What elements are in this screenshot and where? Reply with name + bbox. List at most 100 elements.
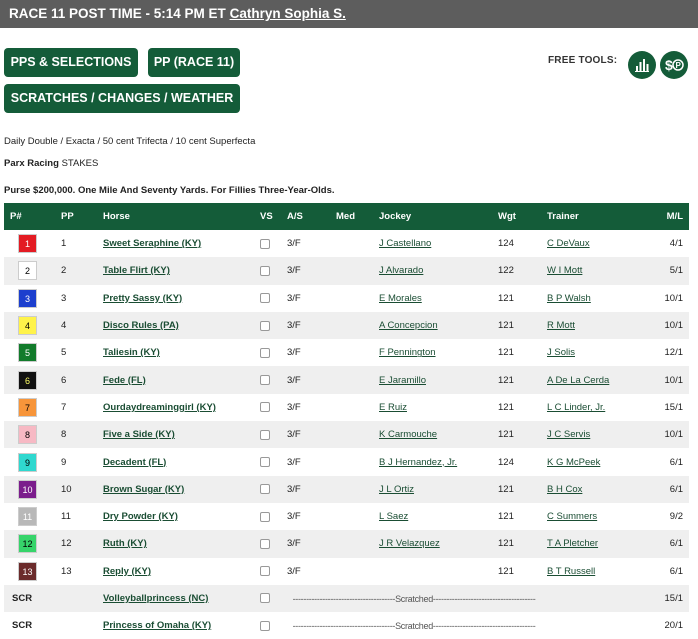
- wager-types: Daily Double / Exacta / 50 cent Trifecta…: [4, 136, 256, 147]
- jockey-link[interactable]: A Concepcion: [379, 320, 438, 331]
- jockey-link[interactable]: F Pennington: [379, 347, 436, 358]
- vs-checkbox[interactable]: [260, 457, 270, 467]
- ml-cell: 10/1: [664, 374, 684, 386]
- wgt-cell: 121: [498, 483, 514, 495]
- jockey-link[interactable]: E Morales: [379, 293, 422, 304]
- horse-link[interactable]: Volleyballprincess (NC): [103, 593, 208, 604]
- horse-cell: Ourdaydreaminggirl (KY): [97, 394, 254, 421]
- as-cell: 3/F: [287, 511, 301, 523]
- trainer-cell: K G McPeek: [541, 448, 653, 475]
- vs-checkbox[interactable]: [260, 347, 270, 358]
- vs-cell: [254, 312, 281, 339]
- horse-link[interactable]: Brown Sugar (KY): [103, 484, 184, 495]
- vs-checkbox[interactable]: [260, 538, 270, 549]
- horse-link[interactable]: Reply (KY): [103, 566, 151, 577]
- horse-cell: Table Flirt (KY): [97, 257, 254, 284]
- jockey-link[interactable]: B J Hernandez, Jr.: [379, 457, 457, 468]
- horse-link[interactable]: Fede (FL): [103, 375, 146, 386]
- pnum-cell: 5: [4, 339, 55, 366]
- vs-cell: [254, 585, 281, 612]
- ml-cell: 20/1: [664, 620, 684, 632]
- jockey-link[interactable]: J R Velazquez: [379, 538, 440, 549]
- trainer-link[interactable]: B P Walsh: [547, 293, 591, 304]
- vs-cell: [254, 612, 281, 639]
- trainer-cell: J C Servis: [541, 421, 653, 448]
- pp-race-button[interactable]: PP (RACE 11): [148, 48, 240, 77]
- pnum-cell: 8: [4, 421, 55, 448]
- trainer-link[interactable]: C DeVaux: [547, 238, 590, 249]
- trainer-link[interactable]: J C Servis: [547, 429, 590, 440]
- horse-link[interactable]: Disco Rules (PA): [103, 320, 179, 331]
- trainer-link[interactable]: C Summers: [547, 511, 597, 522]
- horse-link[interactable]: Pretty Sassy (KY): [103, 293, 182, 304]
- trainer-link[interactable]: T A Pletcher: [547, 538, 598, 549]
- trainer-link[interactable]: K G McPeek: [547, 457, 600, 468]
- program-number-badge: 7: [18, 397, 37, 417]
- jockey-link[interactable]: E Ruiz: [379, 402, 407, 413]
- vs-checkbox[interactable]: [260, 429, 270, 440]
- vs-checkbox[interactable]: [260, 238, 270, 249]
- trainer-link[interactable]: B H Cox: [547, 484, 582, 495]
- horse-link[interactable]: Princess of Omaha (KY): [103, 620, 211, 631]
- jockey-link[interactable]: K Carmouche: [379, 429, 437, 440]
- col-pp: PP: [61, 211, 74, 222]
- horse-link[interactable]: Table Flirt (KY): [103, 265, 170, 276]
- vs-checkbox[interactable]: [260, 593, 270, 604]
- wgt-cell: 121: [498, 511, 514, 523]
- ml-cell: 4/1: [669, 238, 683, 250]
- vs-checkbox[interactable]: [260, 511, 270, 522]
- as-cell: 3/F: [287, 401, 301, 413]
- trainer-link[interactable]: L C Linder, Jr.: [547, 402, 605, 413]
- horse-link[interactable]: Ruth (KY): [103, 538, 147, 549]
- med-cell: [330, 312, 373, 339]
- table-header-row: P# PP Horse VS A/S Med Jockey Wgt Traine…: [4, 203, 689, 230]
- trainer-cell: B P Walsh: [541, 285, 653, 312]
- vs-cell: [254, 503, 281, 530]
- vs-checkbox[interactable]: [260, 484, 270, 495]
- program-number-badge: 5: [18, 343, 37, 363]
- jockey-link[interactable]: J L Ortiz: [379, 484, 414, 495]
- table-row: 8 8 Five a Side (KY) 3/F K Carmouche 121 J C S…: [4, 421, 689, 449]
- horse-link[interactable]: Decadent (FL): [103, 457, 166, 468]
- as-cell: 3/F: [287, 429, 301, 441]
- pps-selections-button[interactable]: PPS & SELECTIONS: [4, 48, 138, 77]
- pp-cell: 11: [61, 511, 71, 523]
- pnum-cell: 1: [4, 230, 55, 257]
- horse-link[interactable]: Taliesin (KY): [103, 347, 160, 358]
- horse-cell: Princess of Omaha (KY): [97, 612, 254, 639]
- vs-checkbox[interactable]: [260, 566, 270, 577]
- analyst-link[interactable]: Cathryn Sophia S.: [230, 6, 346, 21]
- jockey-link[interactable]: E Jaramillo: [379, 375, 426, 386]
- horse-link[interactable]: Sweet Seraphine (KY): [103, 238, 201, 249]
- horse-link[interactable]: Five a Side (KY): [103, 429, 175, 440]
- vs-checkbox[interactable]: [260, 265, 270, 276]
- dollar-p-tool-button[interactable]: $ P: [660, 51, 688, 79]
- vs-checkbox[interactable]: [260, 402, 270, 413]
- table-row: 9 9 Decadent (FL) 3/F B J Hernandez, Jr. 124 K…: [4, 448, 689, 475]
- vs-checkbox[interactable]: [260, 620, 270, 631]
- vs-checkbox[interactable]: [260, 375, 270, 386]
- trainer-link[interactable]: W I Mott: [547, 265, 582, 276]
- vs-checkbox[interactable]: [260, 293, 270, 304]
- table-row: 1 1 Sweet Seraphine (KY) 3/F J Castellano 124…: [4, 230, 689, 257]
- dollar-p-icon: $ P: [665, 57, 684, 73]
- jockey-link[interactable]: J Alvarado: [379, 265, 423, 276]
- col-trainer: Trainer: [547, 211, 579, 222]
- wgt-cell: 121: [498, 565, 514, 577]
- horse-link[interactable]: Ourdaydreaminggirl (KY): [103, 402, 216, 413]
- trainer-link[interactable]: A De La Cerda: [547, 375, 609, 386]
- trainer-link[interactable]: B T Russell: [547, 566, 595, 577]
- horse-link[interactable]: Dry Powder (KY): [103, 511, 178, 522]
- table-row: 3 3 Pretty Sassy (KY) 3/F E Morales 121 B P Wa…: [4, 285, 689, 312]
- vs-cell: [254, 257, 281, 284]
- scratches-changes-weather-button[interactable]: SCRATCHES / CHANGES / WEATHER: [4, 84, 240, 113]
- jockey-link[interactable]: L Saez: [379, 511, 408, 522]
- trainer-cell: J Solis: [541, 339, 653, 366]
- ml-cell: 12/1: [664, 347, 684, 359]
- trainer-link[interactable]: R Mott: [547, 320, 575, 331]
- jockey-link[interactable]: J Castellano: [379, 238, 431, 249]
- vs-checkbox[interactable]: [260, 320, 270, 331]
- bar-chart-tool-button[interactable]: [628, 51, 656, 79]
- trainer-link[interactable]: J Solis: [547, 347, 575, 358]
- pp-cell: 9: [61, 456, 67, 468]
